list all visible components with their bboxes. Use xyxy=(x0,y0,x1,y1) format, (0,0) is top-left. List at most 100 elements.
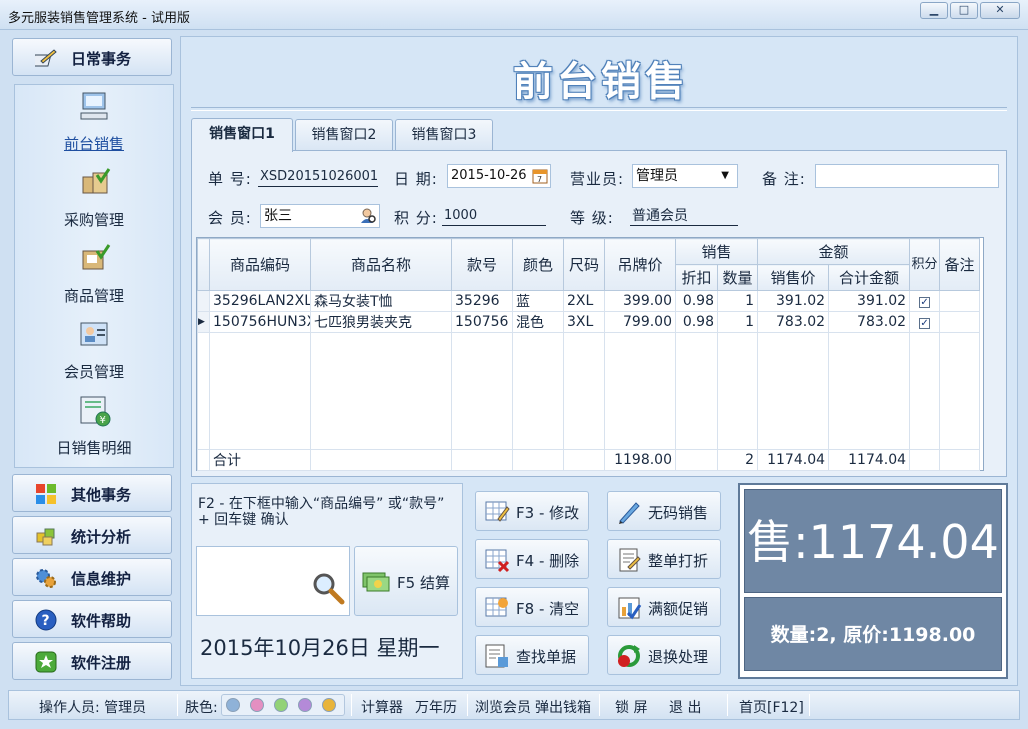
sidebar-item-members[interactable]: 会员管理 xyxy=(15,317,173,391)
table-row[interactable]: ▶ 150756HUN3XL 七匹狼男装夹克 150756 混色 3XL 799… xyxy=(197,311,981,333)
col-header-total[interactable]: 合计金额 xyxy=(828,264,911,291)
col-header-style[interactable]: 款号 xyxy=(451,238,513,291)
col-header-discount[interactable]: 折扣 xyxy=(675,264,718,291)
cell-style[interactable]: 35296 xyxy=(451,290,513,312)
sales-items-grid[interactable]: 商品编码 商品名称 款号 颜色 尺码 吊牌价 销售 金额 积分 备注 折扣 数量… xyxy=(196,237,984,471)
total-amount: 1174.04 xyxy=(828,449,911,471)
col-header-sale-price[interactable]: 销售价 xyxy=(757,264,830,291)
cell-color[interactable]: 蓝 xyxy=(512,290,564,312)
skin-color-pink[interactable] xyxy=(250,698,264,712)
cell-name[interactable]: 七匹狼男装夹克 xyxy=(310,311,452,333)
tab-sales-window-1[interactable]: 销售窗口1 xyxy=(191,118,293,152)
remark-input[interactable] xyxy=(815,164,999,188)
clear-button[interactable]: F8 - 清空 xyxy=(475,587,589,627)
home-link[interactable]: 首页[F12] xyxy=(739,697,804,717)
sidebar-item-front-sales[interactable]: 前台销售 xyxy=(15,89,173,163)
col-header-qty[interactable]: 数量 xyxy=(716,264,759,291)
skin-color-green[interactable] xyxy=(274,698,288,712)
calendar-link[interactable]: 万年历 xyxy=(415,697,457,717)
date-picker[interactable]: 2015-10-26 7 xyxy=(447,164,551,188)
points-checkbox[interactable]: ✓ xyxy=(919,297,931,308)
delete-button[interactable]: F4 - 删除 xyxy=(475,539,589,579)
level-label: 等 级: xyxy=(570,209,614,227)
cell-tag-price[interactable]: 799.00 xyxy=(604,311,676,333)
cash-drawer-link[interactable]: 弹出钱箱 xyxy=(535,697,591,717)
cell-code[interactable]: 150756HUN3XL xyxy=(209,311,311,333)
skin-color-blue[interactable] xyxy=(226,698,240,712)
sidebar-item-label: 商品管理 xyxy=(63,287,124,305)
member-search-icon[interactable] xyxy=(359,207,377,225)
cell-points[interactable]: ✓ xyxy=(909,290,941,312)
col-header-tag-price[interactable]: 吊牌价 xyxy=(604,238,676,291)
search-icon[interactable] xyxy=(311,571,345,605)
return-exchange-button[interactable]: 退换处理 xyxy=(607,635,721,675)
cell-name[interactable]: 森马女装T恤 xyxy=(310,290,452,312)
browse-members-link[interactable]: 浏览会员 xyxy=(475,697,531,717)
nav-section-register[interactable]: 软件注册 xyxy=(12,642,172,680)
cell-size[interactable]: 2XL xyxy=(563,290,605,312)
calculator-link[interactable]: 计算器 xyxy=(361,697,403,717)
member-label: 会 员: xyxy=(208,209,252,227)
sidebar-item-products[interactable]: 商品管理 xyxy=(15,241,173,315)
col-header-note[interactable]: 备注 xyxy=(939,238,981,291)
cell-discount[interactable]: 0.98 xyxy=(675,290,718,312)
nav-section-daily[interactable]: 日常事务 xyxy=(12,38,172,76)
current-row-arrow-icon: ▶ xyxy=(197,311,210,333)
points-checkbox[interactable]: ✓ xyxy=(919,318,931,329)
member-input[interactable]: 张三 xyxy=(260,204,380,228)
no-barcode-sale-button[interactable]: 无码销售 xyxy=(607,491,721,531)
find-order-button[interactable]: 查找单据 xyxy=(475,635,589,675)
cell-tag-price[interactable]: 399.00 xyxy=(604,290,676,312)
full-promo-button[interactable]: 满额促销 xyxy=(607,587,721,627)
order-discount-button[interactable]: 整单打折 xyxy=(607,539,721,579)
gears-icon xyxy=(36,569,56,588)
table-row[interactable]: 35296LAN2XL 森马女装T恤 35296 蓝 2XL 399.00 0.… xyxy=(197,290,981,312)
cell-discount[interactable]: 0.98 xyxy=(675,311,718,333)
lock-screen-link[interactable]: 锁 屏 xyxy=(615,697,647,717)
checkout-label: F5 结算 xyxy=(397,574,450,592)
calendar-icon[interactable]: 7 xyxy=(532,168,548,184)
cell-sale-price[interactable]: 783.02 xyxy=(757,311,830,333)
cell-note[interactable] xyxy=(939,290,981,312)
skin-color-orange[interactable] xyxy=(322,698,336,712)
skin-color-purple[interactable] xyxy=(298,698,312,712)
product-code-input[interactable] xyxy=(196,546,350,616)
cell-color[interactable]: 混色 xyxy=(512,311,564,333)
cell-code[interactable]: 35296LAN2XL xyxy=(209,290,311,312)
divider xyxy=(177,694,178,716)
maximize-button[interactable]: □ xyxy=(950,2,978,19)
cell-total[interactable]: 391.02 xyxy=(828,290,911,312)
nav-section-statistics[interactable]: 统计分析 xyxy=(12,516,172,554)
close-button[interactable]: ✕ xyxy=(980,2,1020,19)
clerk-select[interactable]: 管理员 ▼ xyxy=(632,164,738,188)
col-header-size[interactable]: 尺码 xyxy=(563,238,605,291)
nav-section-maintenance[interactable]: 信息维护 xyxy=(12,558,172,596)
nav-section-help[interactable]: ? 软件帮助 xyxy=(12,600,172,638)
total-qty: 2 xyxy=(716,449,759,471)
cell-points[interactable]: ✓ xyxy=(909,311,941,333)
modify-button[interactable]: F3 - 修改 xyxy=(475,491,589,531)
cell-sale-price[interactable]: 391.02 xyxy=(757,290,830,312)
tab-sales-window-2[interactable]: 销售窗口2 xyxy=(295,119,393,151)
minimize-button[interactable]: ▁ xyxy=(920,2,948,19)
sidebar-item-purchase[interactable]: 采购管理 xyxy=(15,165,173,239)
col-header-points[interactable]: 积分 xyxy=(909,238,941,291)
nav-section-other[interactable]: 其他事务 xyxy=(12,474,172,512)
cell-qty[interactable]: 1 xyxy=(716,290,759,312)
exit-link[interactable]: 退 出 xyxy=(669,697,701,717)
sidebar-item-daily-detail[interactable]: ¥ 日销售明细 xyxy=(15,393,173,467)
divider xyxy=(727,694,728,716)
cell-total[interactable]: 783.02 xyxy=(828,311,911,333)
cell-qty[interactable]: 1 xyxy=(716,311,759,333)
tab-sales-window-3[interactable]: 销售窗口3 xyxy=(395,119,493,151)
cell-note[interactable] xyxy=(939,311,981,333)
cell-size[interactable]: 3XL xyxy=(563,311,605,333)
col-header-name[interactable]: 商品名称 xyxy=(310,238,452,291)
nav-section-label: 软件注册 xyxy=(71,654,132,672)
col-header-color[interactable]: 颜色 xyxy=(512,238,564,291)
col-header-code[interactable]: 商品编码 xyxy=(209,238,311,291)
cell-style[interactable]: 150756 xyxy=(451,311,513,333)
checkout-button[interactable]: F5 结算 xyxy=(354,546,458,616)
delete-grid-icon xyxy=(485,549,510,573)
nav-section-label: 软件帮助 xyxy=(71,612,132,630)
